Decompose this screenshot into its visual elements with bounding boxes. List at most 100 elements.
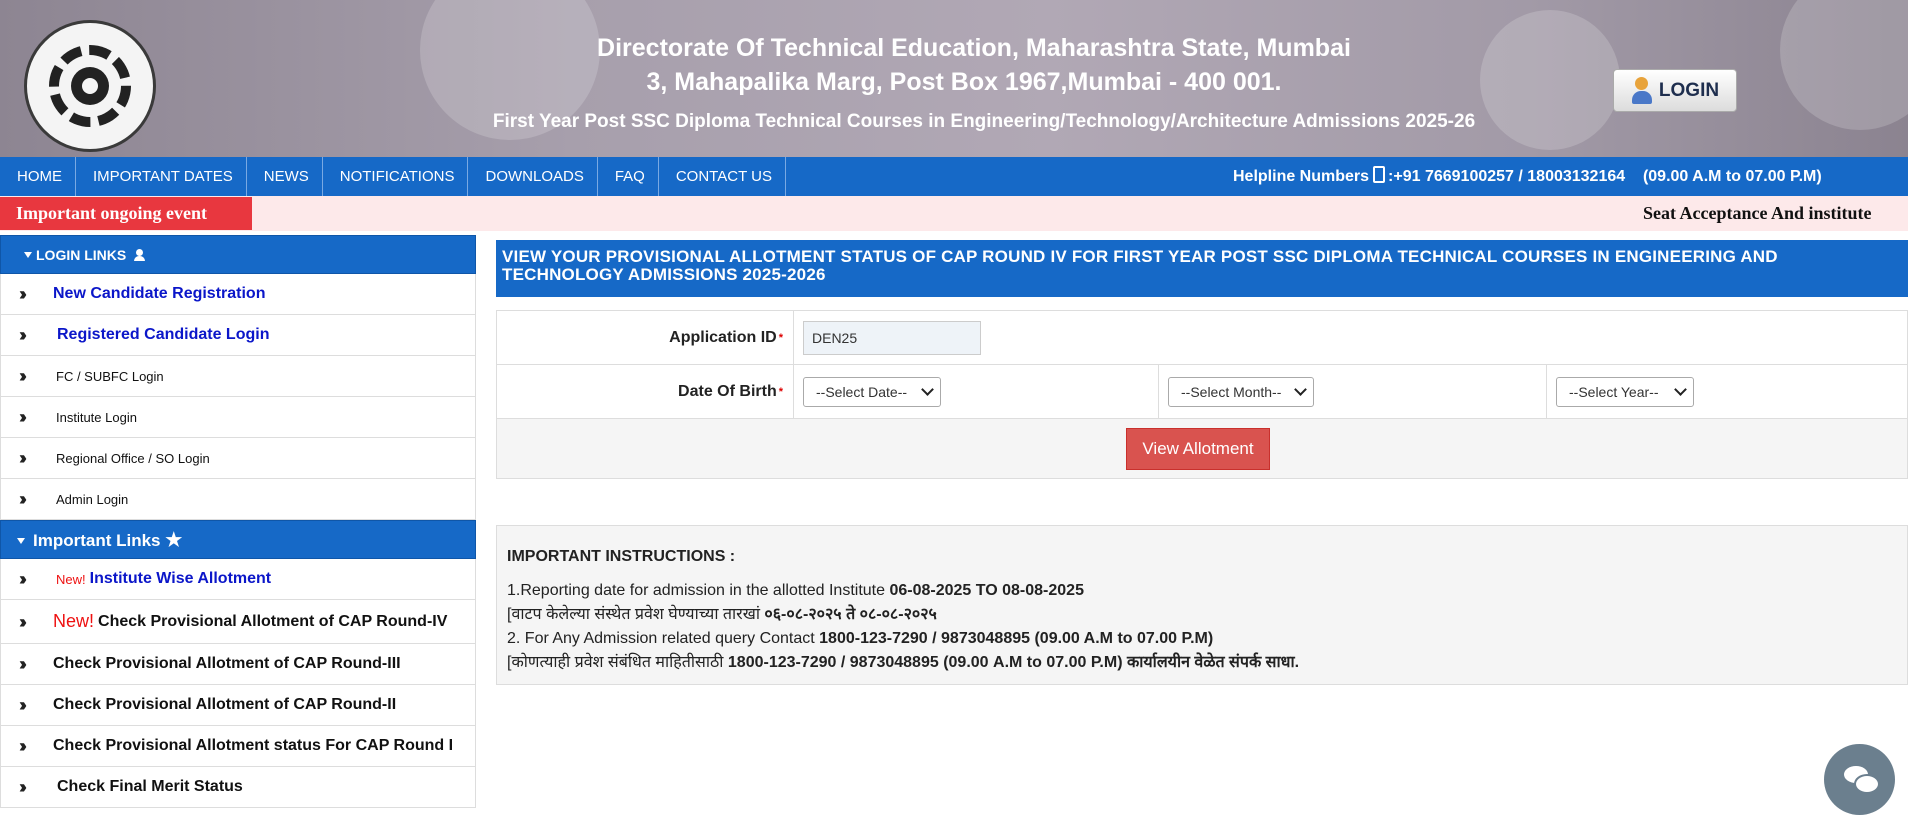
double-chevron-right-icon: ›› (19, 448, 27, 468)
sidebar-item-cap-round-ii[interactable]: ›› Check Provisional Allotment of CAP Ro… (0, 685, 476, 726)
instruction-line: 1.Reporting date for admission in the al… (507, 579, 1897, 603)
application-id-input[interactable] (803, 320, 981, 355)
application-id-label: Application ID * (497, 311, 794, 364)
sidebar-item-regional-office-login[interactable]: ›› Regional Office / SO Login (0, 438, 476, 479)
sidebar-item-label: FC / SUBFC Login (56, 368, 164, 384)
instruction-line: [वाटप केलेल्या संस्थेत प्रवेश घेण्याच्या… (507, 603, 1897, 627)
sidebar-item-registered-candidate-login[interactable]: ›› Registered Candidate Login (0, 315, 476, 356)
double-chevron-right-icon: ›› (19, 284, 27, 304)
chat-bubble-icon (1854, 774, 1880, 794)
nav-faq[interactable]: FAQ (598, 157, 659, 196)
helpline-numbers: :+91 7669100257 / 18003132164 (1388, 168, 1626, 185)
double-chevron-right-icon: ›› (19, 489, 27, 509)
application-id-label-text: Application ID (669, 328, 777, 346)
event-label: Important ongoing event (0, 197, 252, 230)
important-links-header[interactable]: Important Links ★ (0, 520, 476, 559)
helpline-info: Helpline Numbers:+91 7669100257 / 180031… (1233, 157, 1822, 196)
double-chevron-right-icon: ›› (19, 654, 27, 674)
sidebar: LOGIN LINKS ›› New Candidate Registratio… (0, 235, 476, 808)
nav-downloads[interactable]: DOWNLOADS (468, 157, 598, 196)
sidebar-item-label: Institute Wise Allotment (89, 570, 272, 587)
caret-down-icon (17, 538, 25, 544)
double-chevron-right-icon: ›› (19, 777, 27, 797)
instruction-text: [वाटप केलेल्या संस्थेत प्रवेश घेण्याच्या… (507, 606, 765, 623)
sidebar-item-institute-login[interactable]: ›› Institute Login (0, 397, 476, 438)
double-chevron-right-icon: ›› (19, 569, 27, 589)
double-chevron-right-icon: ›› (19, 407, 27, 427)
instruction-line: 2. For Any Admission related query Conta… (507, 627, 1897, 651)
login-links-header[interactable]: LOGIN LINKS (0, 235, 476, 274)
dob-date-select[interactable]: --Select Date-- (803, 376, 941, 407)
chevron-down-icon (1294, 383, 1307, 396)
important-instructions: IMPORTANT INSTRUCTIONS : 1.Reporting dat… (496, 525, 1908, 685)
main-nav: HOME IMPORTANT DATES NEWS NOTIFICATIONS … (0, 157, 1908, 196)
instruction-text: [कोणत्याही प्रवेश संबंधित माहितीसाठी (507, 654, 728, 671)
sidebar-item-institute-wise-allotment[interactable]: ›› New! Institute Wise Allotment (0, 559, 476, 600)
instruction-bold: 1800-123-7290 / 9873048895 (09.00 A.M to… (819, 630, 1214, 647)
important-links-header-label: Important Links (33, 531, 161, 550)
double-chevron-right-icon: ›› (19, 695, 27, 715)
instruction-line: [कोणत्याही प्रवेश संबंधित माहितीसाठी 180… (507, 651, 1897, 675)
event-ticker[interactable]: Seat Acceptance And institute (1643, 196, 1872, 231)
sidebar-item-cap-round-iv[interactable]: ›› New! Check Provisional Allotment of C… (0, 600, 476, 644)
sidebar-item-label: Admin Login (56, 491, 129, 507)
sidebar-item-label: Check Provisional Allotment of CAP Round… (53, 696, 397, 713)
caret-down-icon (24, 252, 32, 258)
view-allotment-button[interactable]: View Allotment (1126, 427, 1270, 470)
user-key-icon (1631, 76, 1653, 105)
sidebar-item-final-merit-status[interactable]: ›› Check Final Merit Status (0, 767, 476, 808)
required-mark: * (778, 331, 783, 344)
dob-year-select-value: --Select Year-- (1569, 383, 1659, 400)
nav-news[interactable]: NEWS (247, 157, 323, 196)
login-button[interactable]: LOGIN (1613, 69, 1737, 112)
chevron-down-icon (921, 383, 934, 396)
login-button-label: LOGIN (1658, 79, 1720, 101)
nav-notifications[interactable]: NOTIFICATIONS (323, 157, 469, 196)
sidebar-item-cap-round-iii[interactable]: ›› Check Provisional Allotment of CAP Ro… (0, 644, 476, 685)
star-icon: ★ (165, 530, 183, 551)
dob-year-select[interactable]: --Select Year-- (1556, 376, 1694, 407)
double-chevron-right-icon: ›› (19, 366, 27, 386)
instruction-bold: 1800-123-7290 / 9873048895 (09.00 A.M to… (727, 654, 1300, 671)
instruction-bold: ०६-०८-२०२५ ते ०८-०८-२०२५ (764, 606, 937, 623)
sidebar-item-cap-round-i[interactable]: ›› Check Provisional Allotment status Fo… (0, 726, 476, 767)
sidebar-item-label: Check Provisional Allotment of CAP Round… (98, 612, 448, 630)
sidebar-item-label: Check Final Merit Status (57, 778, 243, 795)
instruction-bold: 06-08-2025 TO 08-08-2025 (889, 582, 1084, 599)
allotment-form: Application ID* Date Of Birth* --Select … (496, 310, 1908, 479)
nav-home[interactable]: HOME (0, 157, 76, 196)
instruction-text: 1.Reporting date for admission in the al… (507, 582, 890, 599)
page-title: VIEW YOUR PROVISIONAL ALLOTMENT STATUS O… (496, 240, 1908, 297)
double-chevron-right-icon: ›› (19, 325, 27, 345)
chevron-down-icon (1674, 383, 1687, 396)
sidebar-item-label: New Candidate Registration (53, 285, 266, 302)
mobile-phone-icon (1373, 166, 1386, 183)
sidebar-item-label: Check Provisional Allotment status For C… (53, 737, 454, 754)
sidebar-item-label: Registered Candidate Login (57, 326, 270, 343)
chat-button[interactable] (1824, 744, 1895, 815)
login-links-header-label: LOGIN LINKS (36, 247, 127, 263)
dob-month-select-value: --Select Month-- (1181, 383, 1282, 400)
dob-label: Date Of Birth * (497, 365, 794, 418)
double-chevron-right-icon: ›› (19, 736, 27, 756)
dob-date-select-value: --Select Date-- (816, 383, 908, 400)
dob-month-select[interactable]: --Select Month-- (1168, 376, 1314, 407)
sidebar-item-label: Regional Office / SO Login (56, 450, 210, 466)
event-bar: Important ongoing event Seat Acceptance … (0, 196, 1908, 231)
header-subtitle: First Year Post SSC Diploma Technical Co… (492, 111, 1476, 132)
nav-important-dates[interactable]: IMPORTANT DATES (76, 157, 247, 196)
new-badge: New! (56, 571, 86, 587)
sidebar-item-fc-subfc-login[interactable]: ›› FC / SUBFC Login (0, 356, 476, 397)
user-icon (134, 249, 146, 261)
instruction-text: 2. For Any Admission related query Conta… (507, 630, 820, 647)
site-header: Directorate Of Technical Education, Maha… (0, 0, 1908, 157)
header-title: Directorate Of Technical Education, Maha… (597, 34, 1351, 62)
sidebar-item-admin-login[interactable]: ›› Admin Login (0, 479, 476, 520)
instructions-heading: IMPORTANT INSTRUCTIONS : (507, 548, 736, 565)
nav-contact-us[interactable]: CONTACT US (659, 157, 786, 196)
dob-label-text: Date Of Birth (678, 382, 777, 400)
double-chevron-right-icon: ›› (19, 611, 27, 632)
sidebar-item-label: Check Provisional Allotment of CAP Round… (53, 655, 401, 672)
sidebar-item-new-candidate-registration[interactable]: ›› New Candidate Registration (0, 274, 476, 315)
required-mark: * (778, 385, 783, 398)
